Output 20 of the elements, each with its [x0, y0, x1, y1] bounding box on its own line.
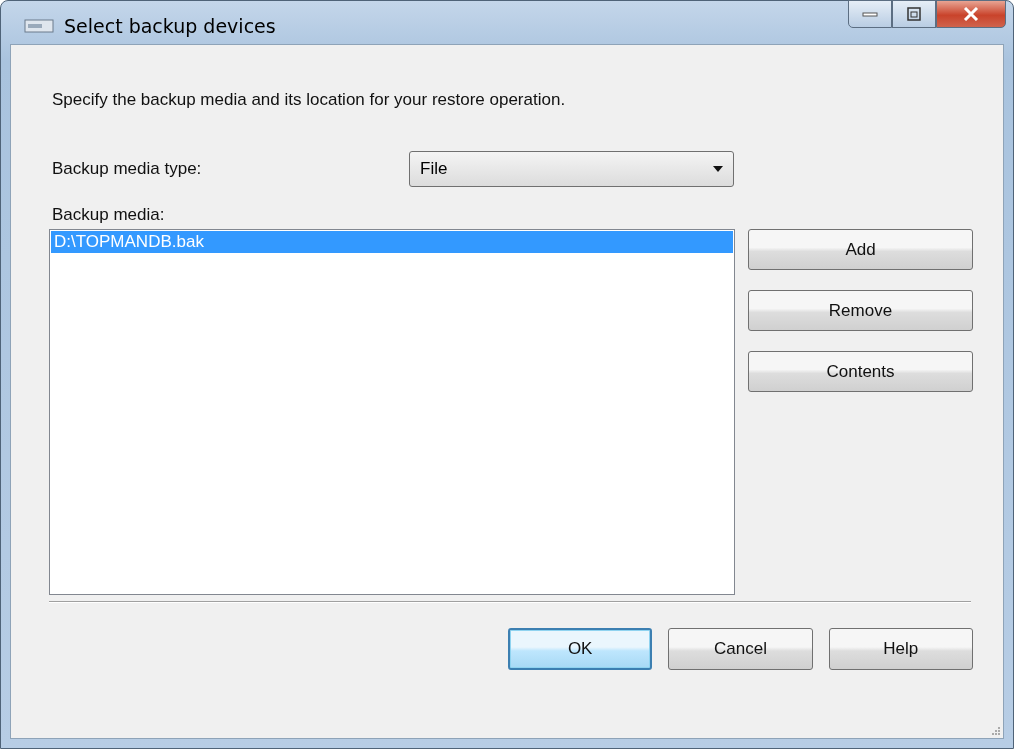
window-title: Select backup devices: [64, 14, 276, 37]
add-button[interactable]: Add: [748, 229, 973, 270]
contents-button[interactable]: Contents: [748, 351, 973, 392]
help-button[interactable]: Help: [828, 628, 973, 670]
cancel-button[interactable]: Cancel: [668, 628, 813, 670]
remove-button[interactable]: Remove: [748, 290, 973, 331]
backup-media-label: Backup media:: [52, 205, 166, 225]
resize-grip-icon[interactable]: [991, 726, 1001, 736]
ok-button[interactable]: OK: [508, 628, 653, 670]
maximize-button[interactable]: [892, 0, 936, 28]
description-text: Specify the backup media and its location for your restore operation.: [52, 90, 567, 110]
minimize-icon: [862, 11, 878, 17]
media-type-label: Backup media type:: [52, 159, 203, 179]
close-button[interactable]: [936, 0, 1006, 28]
window-icon: [24, 18, 54, 33]
dropdown-arrow-icon: [713, 166, 723, 172]
close-icon: [963, 7, 979, 21]
media-type-dropdown[interactable]: File: [409, 151, 734, 187]
maximize-icon: [907, 7, 921, 21]
minimize-button[interactable]: [848, 0, 892, 28]
